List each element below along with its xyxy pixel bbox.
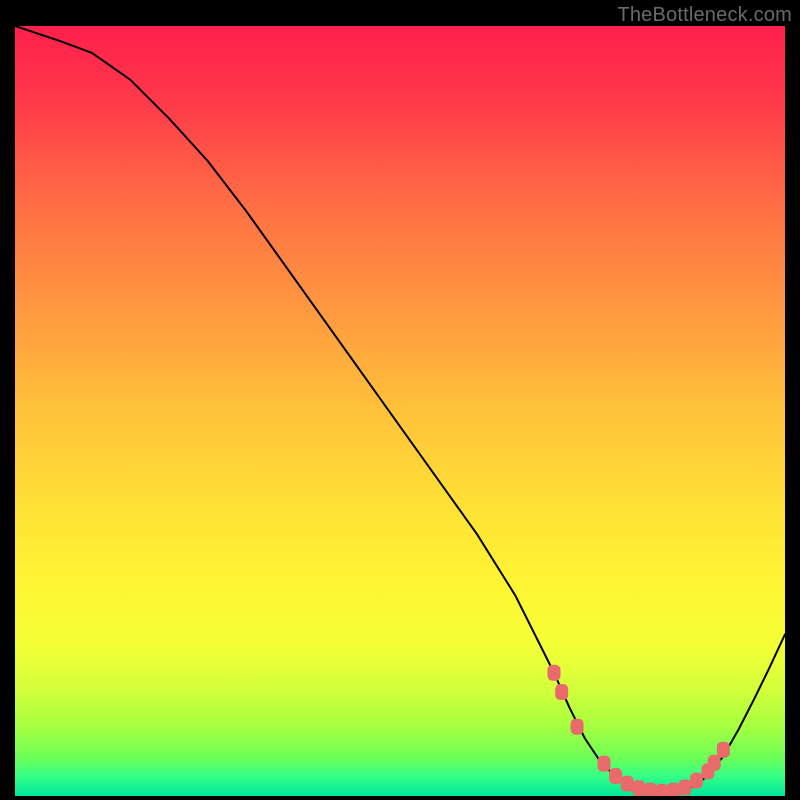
watermark-text: TheBottleneck.com (617, 4, 792, 27)
marker-point (644, 783, 657, 796)
marker-point (655, 784, 668, 796)
marker-point (690, 773, 703, 789)
bottleneck-chart (15, 26, 785, 796)
marker-point (548, 665, 561, 681)
marker-point (632, 780, 645, 796)
chart-frame: TheBottleneck.com (0, 0, 800, 800)
marker-point (571, 719, 584, 735)
gradient-background (15, 26, 785, 796)
marker-point (555, 684, 568, 700)
marker-point (621, 776, 634, 792)
marker-point (598, 756, 611, 772)
plot-area (15, 26, 785, 796)
marker-point (609, 768, 622, 784)
marker-point (708, 755, 721, 771)
marker-point (717, 742, 730, 758)
marker-point (678, 780, 691, 796)
marker-point (667, 783, 680, 796)
